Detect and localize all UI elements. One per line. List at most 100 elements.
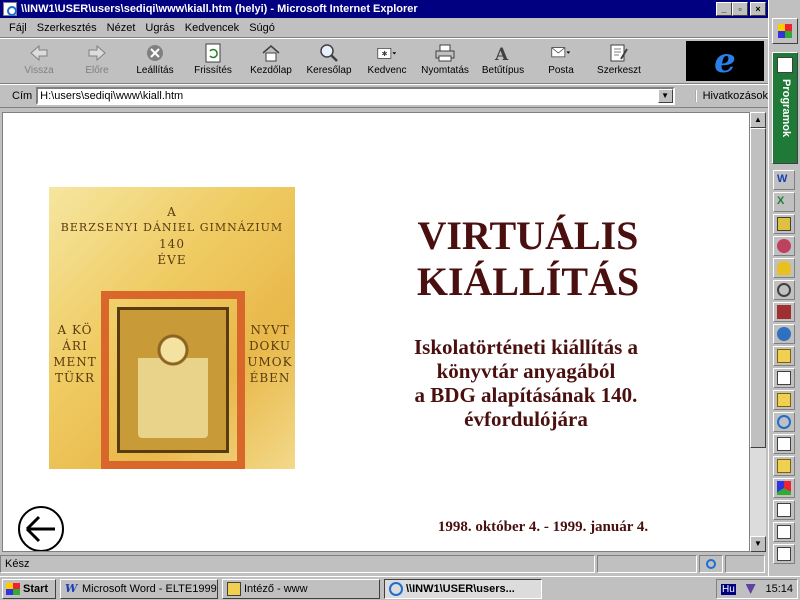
page-title-line1: VIRTUÁLIS — [417, 213, 639, 258]
folder-icon-5[interactable] — [773, 456, 795, 476]
menu-go[interactable]: Ugrás — [140, 22, 179, 34]
ms-right3: UMOK — [247, 355, 293, 369]
programs-folder-icon — [777, 57, 793, 73]
maximize-button[interactable]: ▫ — [732, 2, 748, 16]
page-subtitle-line4: évfordulójára — [464, 407, 588, 431]
word-icon[interactable]: W — [773, 170, 795, 190]
task-ie-label: \\INW1\USER\users... — [406, 582, 515, 595]
back-arrow-link[interactable] — [17, 505, 65, 551]
menu-view[interactable]: Nézet — [102, 22, 141, 34]
menu-favorites[interactable]: Kedvencek — [180, 22, 244, 34]
status-text: Kész — [0, 555, 595, 573]
mail-button[interactable]: Posta — [532, 39, 590, 83]
status-intranet-cell — [725, 555, 765, 573]
page-content: A BERZSENYI DÁNIEL GIMNÁZIUM 140 ÉVE A K… — [2, 112, 750, 552]
start-button[interactable]: Start — [2, 578, 56, 599]
media-icon[interactable] — [773, 302, 795, 322]
font-button[interactable]: A Betűtípus — [474, 39, 532, 83]
scroll-down-button[interactable]: ▼ — [750, 536, 766, 552]
refresh-button[interactable]: Frissítés — [184, 39, 242, 83]
ie-app-icon[interactable] — [3, 2, 17, 16]
paint-icon[interactable] — [773, 478, 795, 498]
forward-label: Előre — [85, 65, 109, 76]
refresh-label: Frissítés — [194, 65, 232, 76]
stop-button[interactable]: Leállítás — [126, 39, 184, 83]
address-input[interactable]: H:\users\sediqi\www\kiall.htm ▼ — [36, 87, 675, 105]
status-progress-cell — [597, 555, 697, 573]
ms-illumination-panel — [117, 307, 229, 453]
folder-icon-6[interactable] — [773, 500, 795, 520]
folder-icon-8[interactable] — [773, 544, 795, 564]
access-icon[interactable] — [773, 236, 795, 256]
tray-app-icon[interactable] — [745, 584, 756, 594]
key-icon[interactable] — [773, 258, 795, 278]
excel-icon[interactable]: X — [773, 192, 795, 212]
ms-left1: A KÖ — [57, 323, 93, 337]
menu-help[interactable]: Súgó — [244, 22, 280, 34]
ms-right4: ÉBEN — [249, 371, 291, 385]
print-button[interactable]: Nyomtatás — [416, 39, 474, 83]
page-title-line2: KIÁLLÍTÁS — [416, 259, 640, 304]
scroll-up-button[interactable]: ▲ — [750, 112, 766, 128]
printer-icon — [435, 43, 455, 63]
stop-icon — [145, 43, 165, 63]
explorer-icon — [227, 581, 241, 596]
svg-text:✱: ✱ — [382, 50, 388, 58]
forward-arrow-icon — [87, 43, 107, 63]
folder-icon-7[interactable] — [773, 522, 795, 542]
stop-label: Leállítás — [136, 65, 174, 76]
ms-saint-figure — [138, 328, 208, 438]
edit-page-icon — [609, 43, 629, 63]
address-value: H:\users\sediqi\www\kiall.htm — [40, 90, 184, 102]
forward-button[interactable]: Előre — [68, 39, 126, 83]
minimize-button[interactable]: _ — [716, 2, 732, 16]
language-indicator[interactable]: Hu — [721, 583, 736, 595]
folder-icon-3[interactable] — [773, 390, 795, 410]
taskbar: Start W Microsoft Word - ELTE1999 Intéző… — [0, 576, 800, 600]
vertical-scrollbar[interactable]: ▲ ▼ — [750, 112, 766, 552]
clock[interactable]: 15:14 — [765, 583, 793, 595]
print-label: Nyomtatás — [421, 65, 469, 76]
ms-line4: ÉVE — [157, 253, 187, 267]
office-logo-button[interactable] — [772, 18, 798, 44]
network-icon[interactable] — [773, 324, 795, 344]
scroll-thumb[interactable] — [750, 128, 766, 448]
manuscript-image: A BERZSENYI DÁNIEL GIMNÁZIUM 140 ÉVE A K… — [49, 187, 295, 469]
ms-left3: MENT — [53, 355, 97, 369]
page-subtitle: Iskolatörténeti kiállítás a könyvtár any… — [339, 335, 713, 431]
ie-e-icon: e — [714, 41, 736, 81]
programs-label: Programok — [780, 79, 792, 138]
menu-bar: Fájl Szerkesztés Nézet Ugrás Kedvencek S… — [0, 18, 768, 38]
menu-edit[interactable]: Szerkesztés — [32, 22, 102, 34]
folder-icon-4[interactable] — [773, 434, 795, 454]
menu-file[interactable]: Fájl — [4, 22, 32, 34]
back-label: Vissza — [24, 65, 54, 76]
folder-icon-1[interactable] — [773, 346, 795, 366]
favorites-button[interactable]: ✱ Kedvenc — [358, 39, 416, 83]
windows-logo-icon — [6, 582, 20, 595]
ms-right2: DOKU — [248, 339, 292, 353]
title-bar[interactable]: \\INW1\USER\users\sediqi\www\kiall.htm (… — [0, 0, 768, 18]
back-arrow-icon — [29, 43, 49, 63]
back-button[interactable]: Vissza — [10, 39, 68, 83]
search-label: Keresőlap — [306, 65, 352, 76]
window-controls: _ ▫ × — [716, 2, 766, 16]
ie-shortcut-icon[interactable] — [773, 412, 795, 432]
programs-panel-button[interactable]: Programok — [772, 52, 798, 164]
edit-button[interactable]: Szerkeszt — [590, 39, 648, 83]
links-button[interactable]: Hivatkozások — [694, 90, 768, 102]
task-word[interactable]: W Microsoft Word - ELTE1999 — [60, 578, 218, 599]
ms-right1: NYVT — [250, 323, 290, 337]
task-explorer[interactable]: Intéző - www — [222, 578, 380, 599]
svg-text:A: A — [494, 45, 509, 63]
address-dropdown-button[interactable]: ▼ — [657, 89, 673, 103]
folder-icon-2[interactable] — [773, 368, 795, 388]
home-button[interactable]: Kezdőlap — [242, 39, 300, 83]
search-button[interactable]: Keresőlap — [300, 39, 358, 83]
close-button[interactable]: × — [750, 2, 766, 16]
page-subtitle-line2: könyvtár anyagából — [436, 359, 616, 383]
find-icon[interactable] — [773, 280, 795, 300]
task-ie[interactable]: \\INW1\USER\users... — [384, 578, 542, 599]
font-icon: A — [493, 43, 513, 63]
powerpoint-icon[interactable] — [773, 214, 795, 234]
